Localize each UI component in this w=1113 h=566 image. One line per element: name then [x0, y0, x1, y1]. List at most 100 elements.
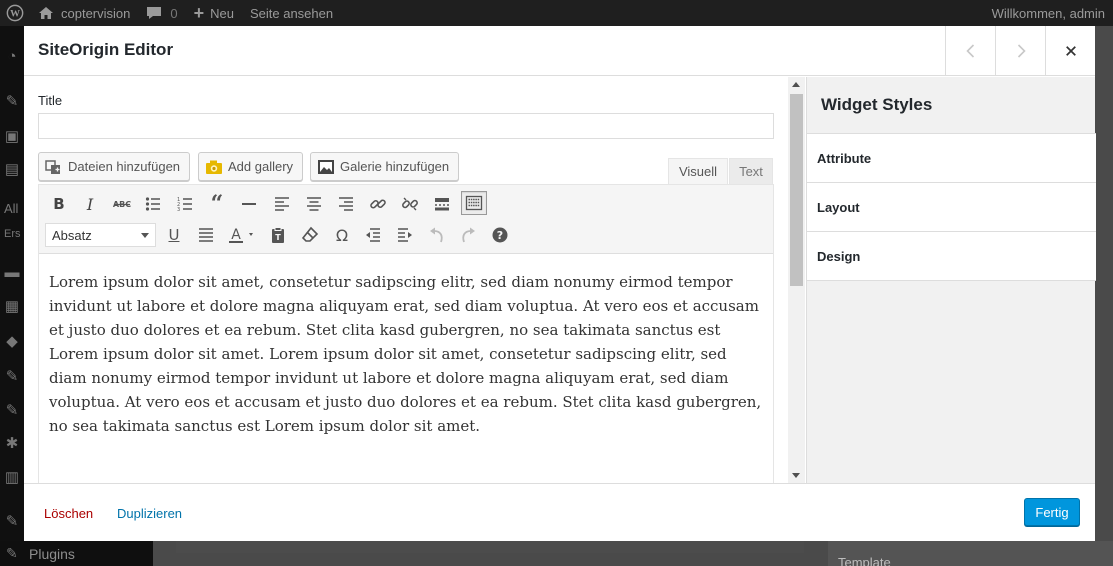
bullet-list-button[interactable]	[140, 192, 166, 216]
add-media-label: Dateien hinzufügen	[68, 159, 181, 174]
accessibility-icon[interactable]: ✱	[2, 433, 22, 453]
special-character-button[interactable]: Ω	[329, 223, 355, 247]
numbered-list-button[interactable]: 123	[172, 192, 198, 216]
help-button[interactable]: ?	[487, 223, 513, 247]
view-site-link[interactable]: Seite ansehen	[242, 0, 341, 26]
underline-button[interactable]: U	[161, 223, 187, 247]
new-content-link[interactable]: + Neu	[186, 0, 242, 26]
svg-text:A: A	[231, 227, 241, 243]
comments-link[interactable]: 0	[138, 0, 185, 26]
add-gallery-label: Add gallery	[228, 159, 294, 174]
bold-icon: B	[53, 195, 65, 213]
outdent-button[interactable]	[360, 223, 386, 247]
italic-button[interactable]: I	[77, 192, 103, 216]
caret-down-icon	[141, 233, 149, 238]
bold-button[interactable]: B	[46, 192, 72, 216]
next-button[interactable]	[995, 26, 1045, 76]
background-panel	[176, 541, 804, 553]
editor-toolbar: B I ABC 123 “ Absatz U A T Ω ?	[39, 185, 773, 254]
justify-button[interactable]	[193, 223, 219, 247]
align-left-button[interactable]	[269, 192, 295, 216]
section-design[interactable]: Design	[807, 232, 1096, 281]
redo-icon	[462, 227, 475, 243]
undo-icon	[430, 227, 443, 243]
plugins-menu-item[interactable]: ✎ Plugins	[0, 541, 153, 566]
undo-button[interactable]	[424, 223, 450, 247]
add-gallery-button[interactable]: Add gallery	[198, 152, 304, 181]
duplicate-link[interactable]: Duplizieren	[117, 506, 182, 521]
comment-menu-icon[interactable]: ▬	[2, 262, 22, 282]
editor-content[interactable]: Lorem ipsum dolor sit amet, consetetur s…	[39, 255, 773, 453]
menu-item-ers[interactable]: Ers	[4, 228, 21, 240]
comment-icon	[147, 7, 162, 19]
help-icon: ?	[492, 227, 508, 243]
title-label: Title	[38, 93, 63, 108]
section-layout[interactable]: Layout	[807, 183, 1096, 232]
pages-icon[interactable]: ▤	[2, 159, 22, 179]
format-select[interactable]: Absatz	[45, 223, 156, 247]
document-icon[interactable]: ▥	[2, 467, 22, 487]
tab-text[interactable]: Text	[729, 158, 773, 185]
read-more-button[interactable]	[429, 192, 455, 216]
svg-text:?: ?	[497, 229, 503, 242]
new-label: Neu	[210, 5, 234, 21]
link-icon	[370, 199, 386, 209]
widget-styles-sidebar: Widget Styles Attribute Layout Design	[806, 77, 1096, 483]
toolbar-toggle-button[interactable]	[461, 191, 487, 215]
dashboard-icon[interactable]: ◔	[2, 46, 22, 66]
link-button[interactable]	[365, 192, 391, 216]
unlink-button[interactable]	[397, 192, 423, 216]
pin-icon[interactable]: ✎	[2, 91, 22, 111]
align-center-button[interactable]	[301, 192, 327, 216]
pin-icon-3[interactable]: ✎	[2, 400, 22, 420]
horizontal-rule-button[interactable]	[236, 192, 262, 216]
strikethrough-icon: ABC	[113, 200, 131, 209]
strikethrough-button[interactable]: ABC	[109, 192, 135, 216]
site-name-link[interactable]: coptervision	[30, 0, 138, 26]
pin-icon-2[interactable]: ✎	[2, 366, 22, 386]
plug-icon: ✎	[6, 545, 18, 561]
add-gallery-de-label: Galerie hinzufügen	[340, 159, 450, 174]
scrollbar-thumb[interactable]	[790, 94, 803, 286]
main-scrollbar[interactable]	[788, 77, 805, 483]
wordpress-logo-icon[interactable]: W	[0, 0, 30, 26]
redo-button[interactable]	[455, 223, 481, 247]
portfolio-icon[interactable]: ▦	[2, 296, 22, 316]
text-color-button[interactable]: A	[225, 223, 261, 247]
paste-text-button[interactable]: T	[265, 223, 291, 247]
read-more-icon	[435, 198, 449, 211]
bullet-list-icon	[145, 197, 160, 211]
blockquote-button[interactable]: “	[204, 192, 230, 216]
account-greeting[interactable]: Willkommen, admin	[984, 0, 1113, 26]
menu-item-all[interactable]: All	[4, 201, 18, 216]
align-right-button[interactable]	[333, 192, 359, 216]
numbered-list-icon: 123	[177, 197, 192, 213]
siteorigin-editor-dialog: SiteOrigin Editor Title Dateien hinzufüg…	[24, 26, 1096, 541]
plus-icon: +	[193, 2, 205, 23]
plugins-label: Plugins	[29, 545, 75, 562]
add-media-button[interactable]: Dateien hinzufügen	[38, 152, 191, 181]
title-input[interactable]	[38, 113, 774, 139]
close-button[interactable]	[1045, 26, 1095, 76]
svg-text:3: 3	[177, 207, 180, 213]
media-icon[interactable]: ▣	[2, 126, 22, 146]
align-center-icon	[307, 197, 321, 211]
site-name: coptervision	[61, 5, 131, 21]
indent-button[interactable]	[392, 223, 418, 247]
plugin-icon[interactable]: ✎	[2, 511, 22, 531]
clear-formatting-button[interactable]	[297, 223, 323, 247]
widget-styles-title: Widget Styles	[807, 77, 1096, 134]
previous-button[interactable]	[945, 26, 995, 76]
done-button[interactable]: Fertig	[1024, 498, 1080, 526]
dialog-title: SiteOrigin Editor	[38, 40, 174, 59]
scroll-up-icon[interactable]	[792, 82, 800, 87]
tab-visual[interactable]: Visuell	[668, 158, 728, 185]
svg-text:W: W	[10, 9, 20, 20]
add-gallery-de-button[interactable]: Galerie hinzufügen	[310, 152, 460, 181]
section-attribute[interactable]: Attribute	[807, 134, 1096, 183]
delete-link[interactable]: Löschen	[44, 506, 93, 521]
scroll-down-icon[interactable]	[792, 473, 800, 478]
justify-icon	[199, 228, 213, 242]
tag-icon[interactable]: ◆	[2, 331, 22, 351]
indent-icon	[398, 228, 412, 242]
